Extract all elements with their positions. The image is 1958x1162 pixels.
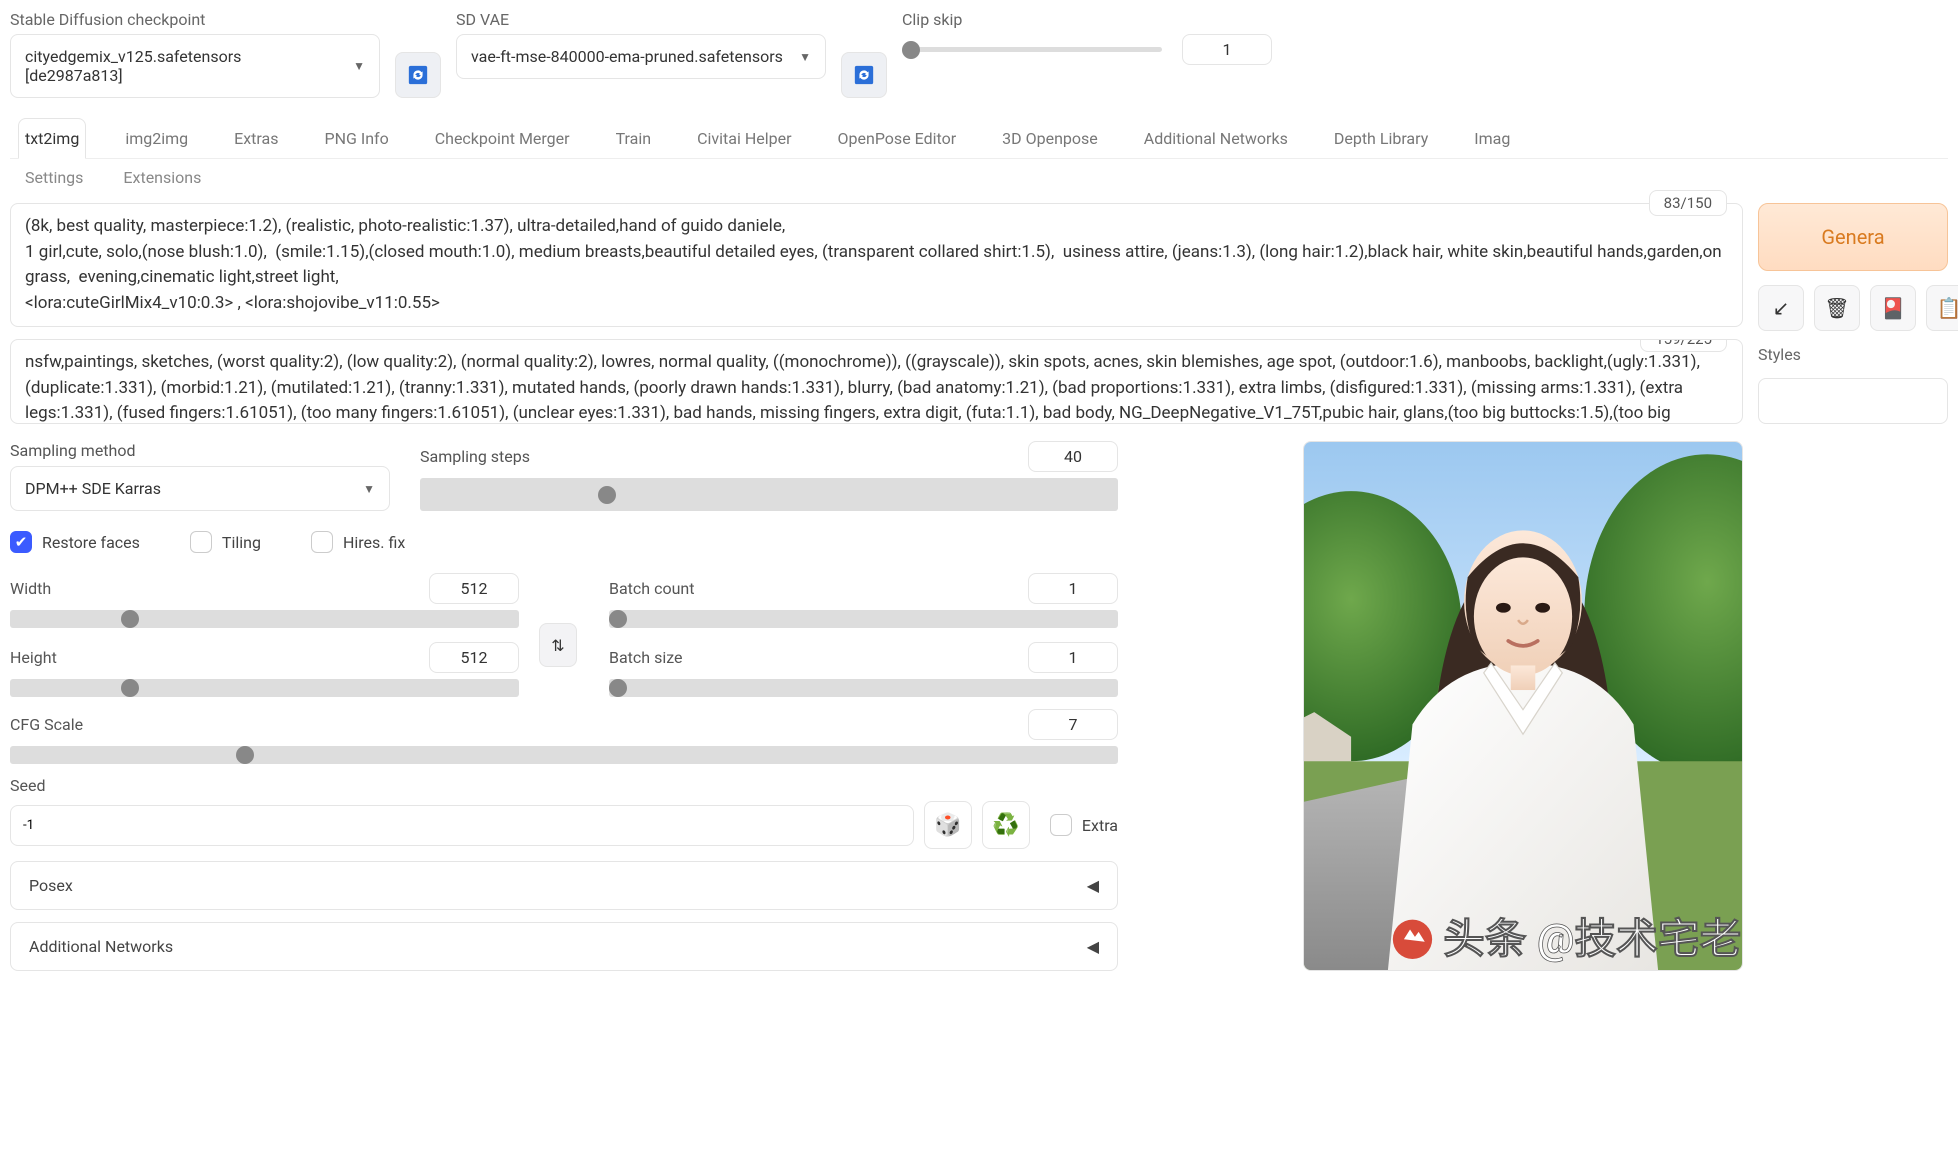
height-value[interactable]: 512 [429,642,519,673]
height-slider[interactable] [10,679,519,697]
prompt-text[interactable]: (8k, best quality, masterpiece:1.2), (re… [25,214,1728,316]
trash-icon: 🗑 [1824,296,1849,320]
cfg-value[interactable]: 7 [1028,709,1118,740]
batch-size-label: Batch size [609,648,683,667]
triangle-left-icon: ◀ [1087,937,1099,956]
sampling-method-dropdown[interactable]: DPM++ SDE Karras ▼ [10,466,390,511]
seed-label: Seed [10,776,1118,795]
tab-3d-openpose[interactable]: 3D Openpose [995,118,1105,158]
batch-count-slider[interactable] [609,610,1118,628]
styles-button[interactable]: 🎴 [1870,285,1916,331]
additional-networks-accordion[interactable]: Additional Networks◀ [10,922,1118,971]
chevron-down-icon: ▼ [353,59,365,73]
seed-extra-checkbox[interactable]: Extra [1050,814,1118,836]
checkpoint-label: Stable Diffusion checkpoint [10,10,380,29]
restore-faces-checkbox[interactable]: ✔Restore faces [10,531,140,553]
vae-value: vae-ft-mse-840000-ema-pruned.safetensors [471,47,783,66]
clipboard-icon: 📋 [1937,296,1958,320]
tab-img2img[interactable]: img2img [118,118,195,158]
seed-reuse-button[interactable]: ♻️ [982,801,1030,849]
checkbox-icon [190,531,212,553]
tab-txt2img[interactable]: txt2img [18,118,86,159]
width-label: Width [10,579,51,598]
sampling-steps-label: Sampling steps [420,447,530,466]
clip-skip-label: Clip skip [902,10,1272,29]
checkpoint-dropdown[interactable]: cityedgemix_v125.safetensors [de2987a813… [10,34,380,98]
tab-extensions[interactable]: Extensions [123,162,201,193]
tab-pnginfo[interactable]: PNG Info [317,118,395,158]
vae-refresh-button[interactable] [841,52,887,98]
refresh-icon [407,64,429,86]
checkpoint-refresh-button[interactable] [395,52,441,98]
batch-count-label: Batch count [609,579,694,598]
card-icon: 🎴 [1881,296,1906,320]
paste-button[interactable]: 📋 [1926,285,1958,331]
seed-input[interactable] [10,805,914,846]
styles-dropdown[interactable] [1758,378,1948,424]
tab-civitai-helper[interactable]: Civitai Helper [690,118,798,158]
clip-skip-slider[interactable] [902,47,1162,52]
checkbox-icon [1050,814,1072,836]
main-tabs: txt2img img2img Extras PNG Info Checkpoi… [10,118,1948,159]
tab-settings[interactable]: Settings [25,162,83,193]
width-value[interactable]: 512 [429,573,519,604]
generate-button[interactable]: Genera [1758,203,1948,271]
tab-image[interactable]: Imag [1467,118,1517,158]
batch-size-value[interactable]: 1 [1028,642,1118,673]
hires-fix-checkbox[interactable]: Hires. fix [311,531,405,553]
prompt-box[interactable]: 83/150 (8k, best quality, masterpiece:1.… [10,203,1743,327]
seed-random-button[interactable]: 🎲 [924,801,972,849]
height-label: Height [10,648,57,667]
tab-train[interactable]: Train [609,118,659,158]
sampling-steps-slider[interactable] [420,478,1118,511]
cfg-label: CFG Scale [10,715,83,734]
batch-size-slider[interactable] [609,679,1118,697]
sampling-method-value: DPM++ SDE Karras [25,479,161,498]
chevron-down-icon: ▼ [799,50,811,64]
recycle-icon: ♻️ [992,813,1019,838]
clip-skip-value[interactable]: 1 [1182,34,1272,65]
secondary-tabs: Settings Extensions [10,162,1948,193]
tab-checkpoint-merger[interactable]: Checkpoint Merger [428,118,577,158]
negative-token-count: 159/225 [1640,339,1727,352]
arrow-down-left-icon: ↙ [1773,296,1790,320]
arrow-in-button[interactable]: ↙ [1758,285,1804,331]
dice-icon: 🎲 [934,813,961,838]
checkbox-checked-icon: ✔ [10,531,32,553]
width-slider[interactable] [10,610,519,628]
vae-label: SD VAE [456,10,826,29]
cfg-slider[interactable] [10,746,1118,764]
tab-additional-networks[interactable]: Additional Networks [1137,118,1295,158]
tiling-checkbox[interactable]: Tiling [190,531,261,553]
posex-accordion[interactable]: Posex◀ [10,861,1118,910]
chevron-down-icon: ▼ [363,482,375,496]
clear-button[interactable]: 🗑 [1814,285,1860,331]
result-image[interactable]: 头条 @技术宅老张 [1303,441,1743,971]
tab-depth-library[interactable]: Depth Library [1327,118,1435,158]
prompt-token-count: 83/150 [1649,190,1727,216]
negative-prompt-text[interactable]: nsfw,paintings, sketches, (worst quality… [25,350,1728,424]
refresh-icon [853,64,875,86]
sampling-steps-value[interactable]: 40 [1028,441,1118,472]
sampling-method-label: Sampling method [10,441,390,460]
triangle-left-icon: ◀ [1087,876,1099,895]
negative-prompt-box[interactable]: 159/225 nsfw,paintings, sketches, (worst… [10,339,1743,424]
checkbox-icon [311,531,333,553]
vae-dropdown[interactable]: vae-ft-mse-840000-ema-pruned.safetensors… [456,34,826,79]
swap-dims-button[interactable]: ⇅ [539,623,577,667]
styles-label: Styles [1758,345,1948,364]
batch-count-value[interactable]: 1 [1028,573,1118,604]
tab-extras[interactable]: Extras [227,118,285,158]
watermark-text: 头条 @技术宅老张 [1443,915,1742,964]
checkpoint-value: cityedgemix_v125.safetensors [de2987a813… [25,47,338,85]
tab-openpose-editor[interactable]: OpenPose Editor [831,118,964,158]
